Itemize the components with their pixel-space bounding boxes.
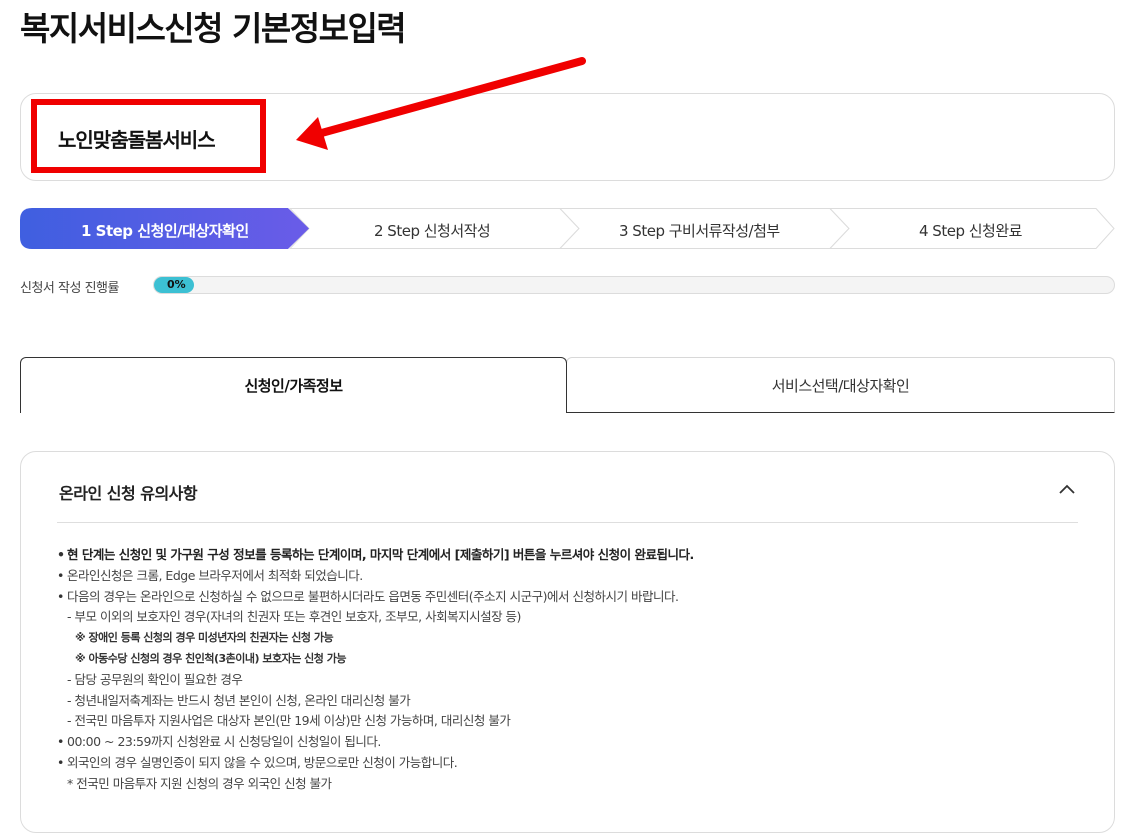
step-indicator: 1 Step 신청인/대상자확인 2 Step 신청서작성 3 Step 구비서…	[20, 208, 1115, 249]
notice-item: • 현 단계는 신청인 및 가구원 구성 정보를 등록하는 단계이며, 마지막 단…	[57, 547, 694, 562]
notice-subitem: - 담당 공무원의 확인이 필요한 경우	[67, 671, 243, 687]
notice-item: • 온라인신청은 크롬, Edge 브라우저에서 최적화 되었습니다.	[57, 567, 363, 583]
page-title: 복지서비스신청 기본정보입력	[20, 9, 407, 48]
notice-subitem: * 전국민 마음투자 지원 신청의 경우 외국인 신청 불가	[67, 775, 332, 791]
notice-divider	[57, 522, 1078, 523]
tab-applicant-family-label: 신청인/가족정보	[244, 377, 343, 395]
notice-subitem: - 부모 이외의 보호자인 경우(자녀의 친권자 또는 후견인 보호자, 조부모…	[67, 609, 521, 625]
notice-subitem: - 전국민 마음투자 지원사업은 대상자 본인(만 19세 이상)만 신청 가능…	[67, 713, 511, 729]
tab-applicant-family[interactable]: 신청인/가족정보	[20, 357, 567, 413]
notice-list: • 현 단계는 신청인 및 가구원 구성 정보를 등록하는 단계이며, 마지막 단…	[57, 545, 1097, 795]
service-name: 노인맞춤돌봄서비스	[58, 128, 216, 152]
progress-fill: 0%	[154, 277, 194, 293]
notice-item: • 00:00 ~ 23:59까지 신청완료 시 신청당일이 신청일이 됩니다.	[57, 734, 381, 750]
notice-note: ※ 장애인 등록 신청의 경우 미성년자의 친권자는 신청 가능	[75, 631, 334, 645]
progress-bar: 0%	[153, 276, 1115, 294]
notice-title: 온라인 신청 유의사항	[59, 484, 198, 503]
notice-item: • 외국인의 경우 실명인증이 되지 않을 수 있으며, 방문으로만 신청이 가능…	[57, 754, 458, 770]
tab-service-selection[interactable]: 서비스선택/대상자확인	[566, 357, 1115, 413]
notice-note: ※ 아동수당 신청의 경우 친인척(3촌이내) 보호자는 신청 가능	[75, 651, 346, 665]
step-1-label: 1 Step 신청인/대상자확인	[81, 222, 249, 240]
notice-subitem: - 청년내일저축계좌는 반드시 청년 본인이 신청, 온라인 대리신청 불가	[67, 692, 411, 708]
progress-label: 신청서 작성 진행률	[20, 281, 119, 296]
step-3-label: 3 Step 구비서류작성/첨부	[619, 222, 780, 240]
chevron-up-icon[interactable]	[1057, 482, 1077, 496]
progress-value: 0%	[167, 278, 186, 291]
tab-service-selection-label: 서비스선택/대상자확인	[771, 376, 910, 395]
step-2-label: 2 Step 신청서작성	[374, 222, 491, 240]
notice-item: • 다음의 경우는 온라인으로 신청하실 수 없으므로 불편하시더라도 읍면동 주…	[57, 588, 679, 604]
step-4-label: 4 Step 신청완료	[919, 222, 1022, 240]
